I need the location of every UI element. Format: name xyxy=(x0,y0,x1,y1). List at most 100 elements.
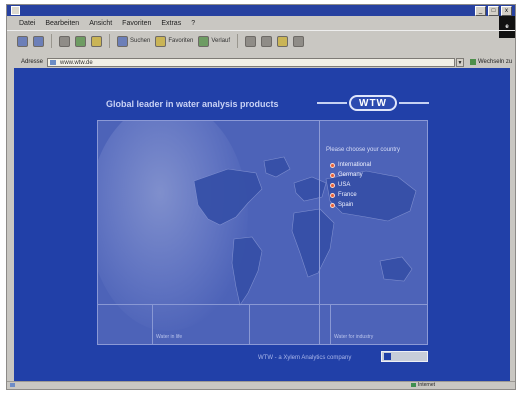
go-arrow-icon xyxy=(470,59,476,65)
thumbnail-3[interactable] xyxy=(250,304,331,344)
map-greenland xyxy=(263,156,291,178)
minimize-button[interactable]: _ xyxy=(475,6,486,16)
bullet-icon xyxy=(330,162,335,168)
toolbar-separator xyxy=(237,34,239,48)
thumbnail-4[interactable]: Water for industry xyxy=(331,304,427,344)
country-link-spain[interactable]: Spain xyxy=(330,200,371,210)
country-link-usa[interactable]: USA xyxy=(330,180,371,190)
address-input[interactable]: www.wtw.de xyxy=(47,57,455,67)
map-south-america xyxy=(231,236,263,306)
go-label: Wechseln zu xyxy=(478,59,513,65)
menu-tools[interactable]: Extras xyxy=(161,20,181,27)
favorites-button[interactable]: Favoriten xyxy=(155,35,194,47)
maximize-button[interactable]: □ xyxy=(488,6,499,16)
forward-icon xyxy=(33,35,44,47)
menu-edit[interactable]: Bearbeiten xyxy=(45,20,79,27)
logo-oval: WTW xyxy=(349,95,397,111)
search-icon xyxy=(117,35,128,47)
home-button[interactable] xyxy=(91,35,102,47)
discuss-button[interactable] xyxy=(293,35,305,47)
print-icon xyxy=(261,35,273,47)
country-label: Spain xyxy=(338,202,354,208)
edit-button[interactable] xyxy=(277,35,289,47)
standard-toolbar: Suchen Favoriten Verlauf xyxy=(7,30,515,51)
browser-window: _ □ x Datei Bearbeiten Ansicht Favoriten… xyxy=(6,4,516,390)
footer-logo-mark xyxy=(384,353,391,360)
menu-favorites[interactable]: Favoriten xyxy=(122,20,151,27)
edit-icon xyxy=(277,35,289,47)
bullet-icon xyxy=(330,172,335,178)
logo-line-right xyxy=(399,102,429,104)
stop-button[interactable] xyxy=(59,35,70,47)
go-button[interactable]: Wechseln zu xyxy=(470,59,512,65)
menu-view[interactable]: Ansicht xyxy=(89,20,112,27)
page-headline: Global leader in water analysis products xyxy=(106,99,279,109)
country-link-france[interactable]: France xyxy=(330,190,371,200)
favorites-label: Favoriten xyxy=(168,38,194,44)
forward-button[interactable] xyxy=(33,35,44,47)
history-label: Verlauf xyxy=(211,38,231,44)
internet-zone-icon xyxy=(411,383,417,387)
zone-label: Internet xyxy=(418,382,435,388)
refresh-button[interactable] xyxy=(75,35,86,47)
menu-file[interactable]: Datei xyxy=(19,20,35,27)
map-australia xyxy=(379,256,413,282)
address-bar: Adresse www.wtw.de ▼ Wechseln zu xyxy=(7,56,515,68)
mail-button[interactable] xyxy=(245,35,257,47)
address-label: Adresse xyxy=(21,59,44,65)
footer-company-text: WTW - a Xylem Analytics company xyxy=(258,355,352,361)
thumbnail-2[interactable]: Water in life xyxy=(153,304,250,344)
thumbnail-row: Water in life Water for industry xyxy=(98,304,427,344)
thumbnail-1[interactable] xyxy=(98,304,153,344)
footer-company-logo[interactable] xyxy=(381,351,428,362)
title-bar[interactable] xyxy=(7,5,515,16)
thumbnail-2-caption: Water in life xyxy=(156,334,183,340)
screenshot-frame: _ □ x Datei Bearbeiten Ansicht Favoriten… xyxy=(0,0,523,396)
discuss-icon xyxy=(293,35,305,47)
country-label: Germany xyxy=(338,172,363,178)
address-dropdown-button[interactable]: ▼ xyxy=(456,57,464,67)
close-button[interactable]: x xyxy=(501,6,512,16)
print-button[interactable] xyxy=(261,35,273,47)
status-bar: Internet xyxy=(7,381,515,389)
wtw-logo[interactable]: WTW xyxy=(315,94,430,112)
bullet-icon xyxy=(330,202,335,208)
country-list: International Germany USA France Spain xyxy=(330,160,371,210)
logo-line-left xyxy=(317,102,347,104)
bullet-icon xyxy=(330,192,335,198)
map-north-america xyxy=(193,168,263,226)
back-icon xyxy=(17,35,28,47)
address-url: www.wtw.de xyxy=(60,59,93,66)
home-icon xyxy=(91,35,102,47)
search-button[interactable]: Suchen xyxy=(117,35,151,47)
history-button[interactable]: Verlauf xyxy=(198,35,231,47)
country-label: USA xyxy=(338,182,351,188)
toolbar-separator xyxy=(51,34,52,48)
refresh-icon xyxy=(75,35,86,47)
search-label: Suchen xyxy=(130,38,151,44)
page-icon xyxy=(50,59,56,65)
web-page-content: Global leader in water analysis products… xyxy=(14,68,510,384)
toolbar-separator xyxy=(109,34,110,48)
map-africa xyxy=(291,208,335,278)
country-label: France xyxy=(338,192,357,198)
menu-bar: Datei Bearbeiten Ansicht Favoriten Extra… xyxy=(7,16,515,30)
country-link-international[interactable]: International xyxy=(330,160,371,170)
world-map-panel: Water in life Water for industry Please … xyxy=(97,120,428,345)
browser-app-icon xyxy=(11,6,20,15)
security-zone: Internet xyxy=(411,382,435,388)
map-europe xyxy=(293,176,327,202)
mail-icon xyxy=(245,35,257,47)
favorites-icon xyxy=(155,35,167,47)
history-icon xyxy=(198,35,210,47)
menu-help[interactable]: ? xyxy=(191,20,195,27)
status-page-icon xyxy=(10,383,15,387)
back-button[interactable] xyxy=(17,35,28,47)
country-prompt: Please choose your country xyxy=(326,147,401,153)
thumbnail-4-caption: Water for industry xyxy=(334,334,374,340)
bullet-icon xyxy=(330,182,335,188)
country-label: International xyxy=(338,162,372,168)
country-link-germany[interactable]: Germany xyxy=(330,170,371,180)
stop-icon xyxy=(59,35,70,47)
window-controls: _ □ x xyxy=(475,6,512,16)
